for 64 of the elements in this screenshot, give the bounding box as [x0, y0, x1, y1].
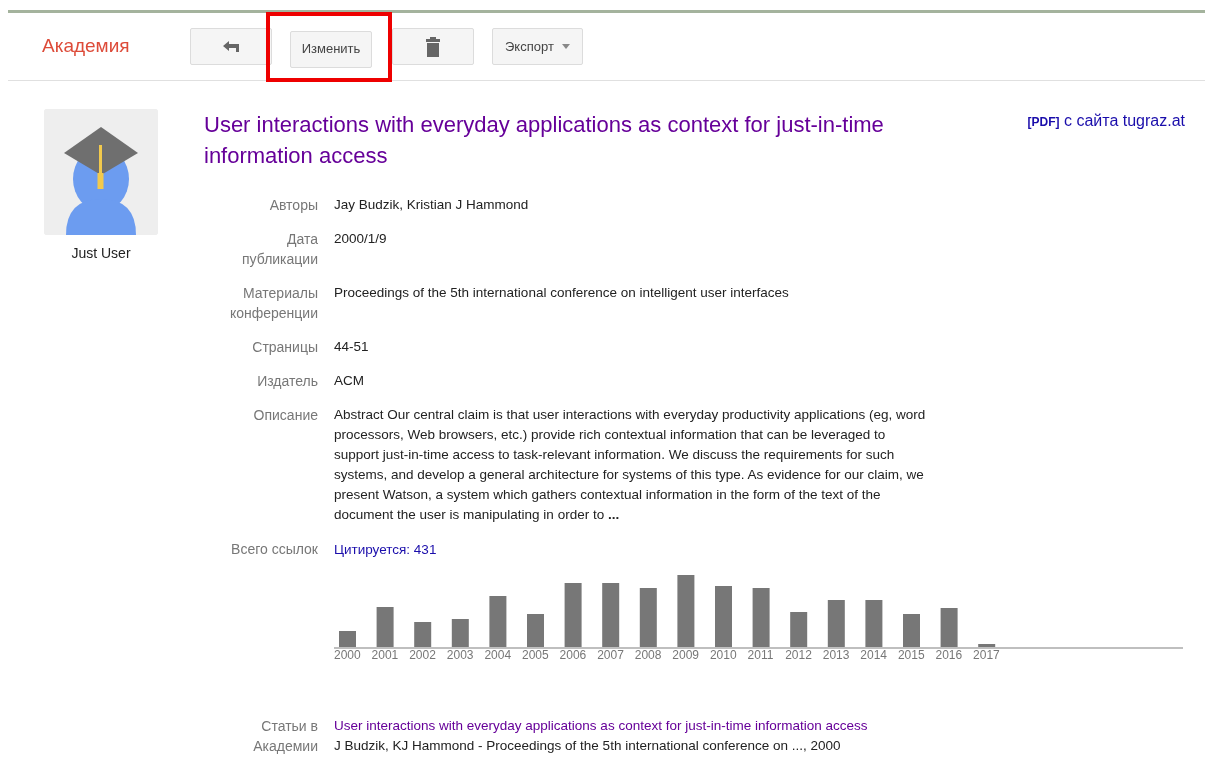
field-value: Abstract Our central claim is that user interactions with everyday productivity applications (eg, word processors, Web browsers, etc.) provide rich contextual information that can be leveraged to support just-in-time access to task-relevant information. We discuss the requirements for such systems, and develop a general architecture for systems of this type. As evidence for our claim, we present Watson, a system which gathers contextual information in the form of the text of the document the user is manipulating in order to ... — [334, 406, 927, 524]
year-label: 2011 — [747, 647, 775, 664]
year-label: 2015 — [897, 647, 926, 664]
citation-bar — [451, 619, 469, 647]
year-label: 2006 — [559, 647, 588, 664]
field-label: Статьи в Академии — [252, 717, 318, 756]
field-label: Описание — [252, 406, 318, 425]
year-label: 2007 — [597, 647, 625, 664]
trash-icon — [426, 36, 440, 57]
field-label: Всего ссылок — [230, 540, 318, 559]
year-label: 2017 — [973, 647, 1001, 664]
back-arrow-icon — [223, 40, 239, 53]
citation-bar — [376, 607, 394, 647]
citation-bar — [715, 586, 732, 647]
citation-bar — [790, 612, 808, 647]
citation-bar — [602, 583, 620, 647]
citation-bar — [339, 631, 356, 647]
citation-bar — [489, 596, 507, 647]
year-label: 2009 — [672, 647, 701, 664]
citation-bar — [677, 575, 695, 647]
citation-bar — [903, 614, 920, 647]
citations-link[interactable]: Цитируется: 431 — [334, 540, 437, 560]
field-value: 2000/1/9 — [334, 230, 388, 248]
year-label: 2013 — [822, 647, 851, 664]
field-value: 44-51 — [334, 338, 370, 356]
year-label: 2012 — [785, 647, 813, 664]
user-name: Just User — [71, 244, 131, 263]
year-label: 2003 — [446, 647, 475, 664]
field-label: Страницы — [251, 338, 318, 357]
article-title[interactable]: User interactions with everyday applications as context for just-in-time information access — [204, 109, 904, 171]
citation-bar — [827, 600, 845, 647]
year-label: 2004 — [484, 647, 513, 664]
export-dropdown[interactable]: Экспорт — [492, 28, 583, 65]
year-label: 2002 — [409, 647, 437, 664]
citation-bar — [752, 588, 770, 647]
field-label: Материалы конференции — [228, 284, 318, 323]
year-label: 2016 — [935, 647, 964, 664]
article-link[interactable]: User interactions with everyday applications as context for just-in-time information access — [334, 716, 934, 736]
app-logo[interactable]: Академия — [42, 32, 190, 61]
delete-button[interactable] — [392, 28, 474, 65]
field-value: Jay Budzik, Kristian J Hammond — [334, 196, 530, 214]
field-label: Дата публикации — [241, 230, 318, 269]
citation-bar — [639, 588, 657, 647]
year-label: 2014 — [860, 647, 888, 664]
citation-bar — [865, 600, 883, 647]
field-value: Proceedings of the 5th international conference on intelligent user interfaces — [334, 284, 790, 302]
year-label: 2008 — [634, 647, 663, 664]
year-label: 2000 — [334, 647, 362, 664]
article-details: J Budzik, KJ Hammond - Proceedings of the 5th international conference on ..., 2000 — [334, 737, 842, 755]
citation-bar — [940, 608, 958, 647]
year-label: 2001 — [371, 647, 400, 664]
citation-bar — [527, 614, 544, 647]
year-label: 2005 — [521, 647, 550, 664]
field-value: ACM — [334, 372, 365, 390]
edit-button[interactable]: Изменить — [290, 30, 372, 68]
field-label: Авторы — [268, 196, 318, 215]
citation-bar — [414, 622, 432, 647]
pdf-source-link[interactable]: [PDF] с сайта tugraz.at — [1027, 109, 1185, 133]
citation-bar — [564, 583, 582, 647]
citation-bar — [978, 644, 996, 647]
back-button[interactable] — [190, 28, 272, 65]
year-label: 2010 — [709, 647, 738, 664]
field-label: Издатель — [256, 372, 318, 391]
caret-icon — [561, 44, 570, 49]
